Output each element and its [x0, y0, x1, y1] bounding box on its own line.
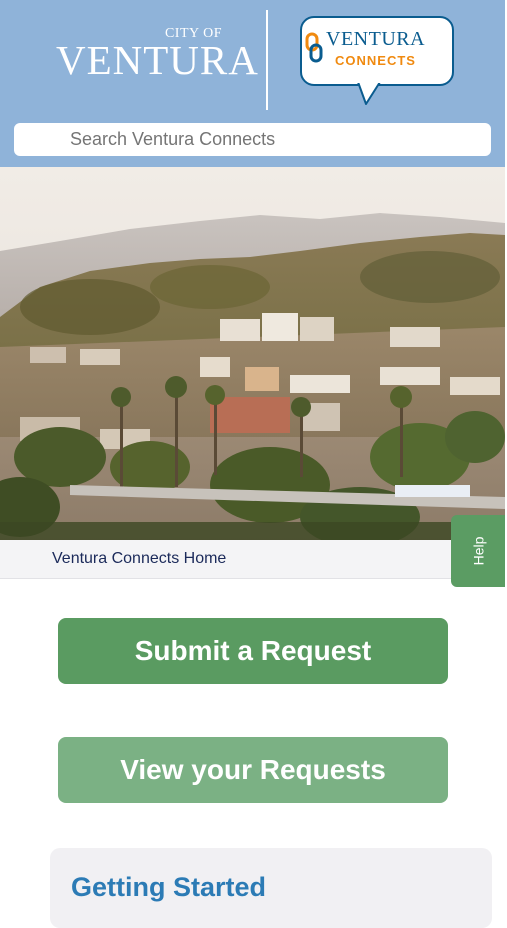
- help-tab-label: Help: [469, 536, 486, 566]
- ventura-word: VENTURA: [326, 28, 426, 50]
- chain-link-icon: [305, 32, 323, 63]
- ventura-connects-logo[interactable]: VENTURA CONNECTS: [300, 16, 454, 106]
- site-header: CITY OF VENTURA VENTURA CONNECTS: [0, 0, 505, 167]
- view-requests-button[interactable]: View your Requests: [58, 737, 448, 803]
- getting-started-title: Getting Started: [71, 872, 267, 902]
- hero-image: [0, 167, 505, 540]
- help-tab[interactable]: Help: [451, 515, 505, 587]
- breadcrumb: Ventura Connects Home: [0, 540, 505, 579]
- hero-photo: [0, 167, 505, 540]
- submit-request-button[interactable]: Submit a Request: [58, 618, 448, 684]
- breadcrumb-home-link[interactable]: Ventura Connects Home: [52, 550, 226, 568]
- connects-word: CONNECTS: [335, 53, 416, 68]
- city-of-ventura-logo[interactable]: CITY OF VENTURA: [56, 26, 258, 86]
- header-divider: [266, 10, 268, 110]
- search-input[interactable]: [14, 123, 491, 156]
- city-name-text: VENTURA: [56, 37, 259, 83]
- getting-started-card: Getting Started: [50, 848, 492, 928]
